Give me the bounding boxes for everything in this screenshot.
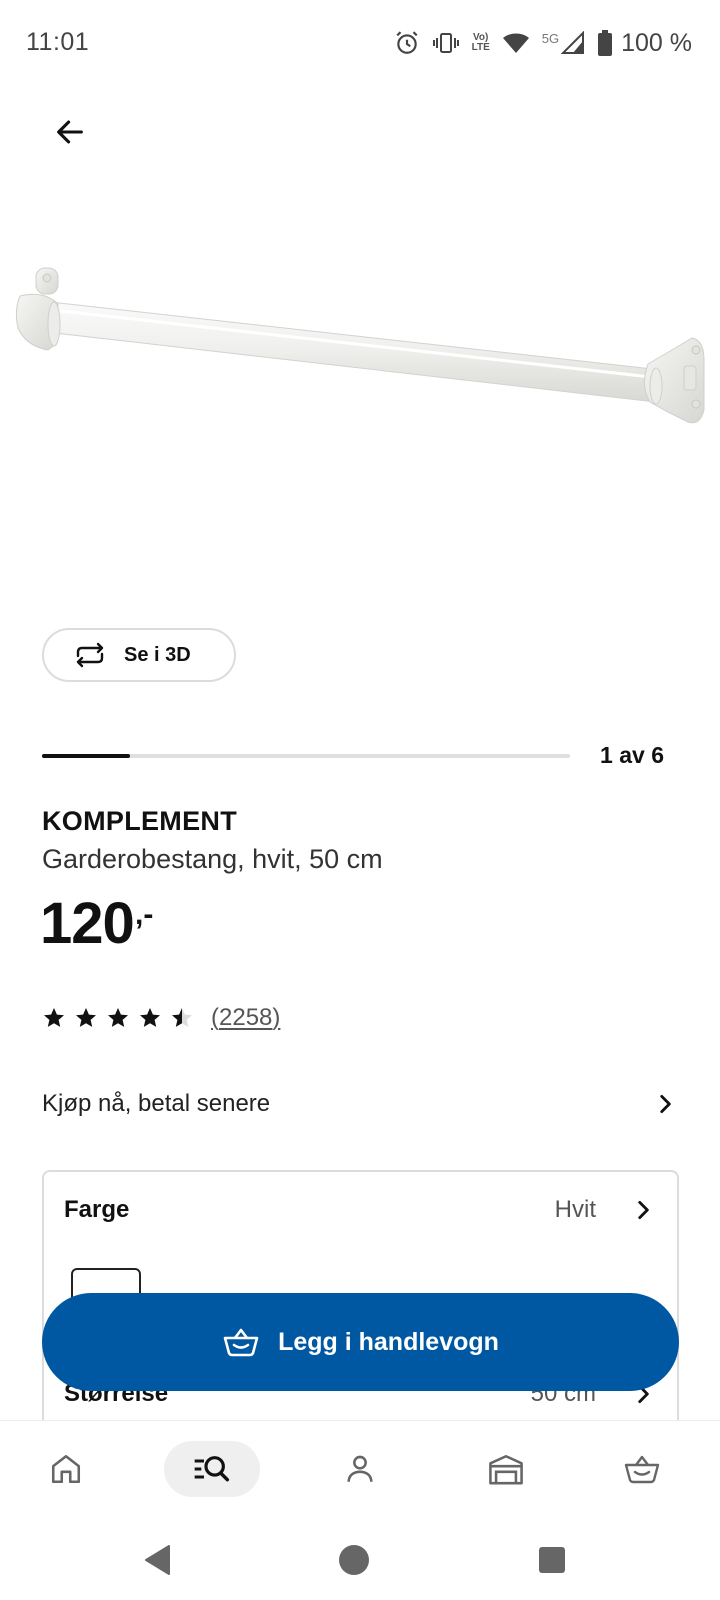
image-carousel-progress xyxy=(42,754,570,758)
clothes-rail-illustration xyxy=(15,267,705,424)
battery-level: 100 % xyxy=(621,28,692,57)
star-icon xyxy=(140,1008,160,1027)
view-3d-label: Se i 3D xyxy=(124,643,191,666)
system-navigation xyxy=(0,1520,720,1600)
rotate-3d-icon xyxy=(76,642,104,668)
color-option-row[interactable]: Farge Hvit xyxy=(64,1196,656,1224)
add-to-cart-button[interactable]: Legg i handlevogn xyxy=(42,1293,679,1391)
home-icon xyxy=(51,1454,81,1484)
rating-stars xyxy=(42,1006,194,1030)
signal-icon xyxy=(561,31,585,54)
system-recents-button[interactable] xyxy=(532,1540,572,1580)
arrow-left-icon xyxy=(57,120,83,144)
nav-profile[interactable] xyxy=(312,1441,408,1497)
system-back-button[interactable] xyxy=(138,1540,178,1580)
store-icon xyxy=(489,1454,523,1485)
chevron-right-icon xyxy=(638,1201,649,1219)
star-icon xyxy=(44,1008,64,1027)
volte-icon: Vo) LTE xyxy=(471,32,490,53)
review-count: 2258 xyxy=(219,1004,273,1031)
star-icon xyxy=(172,1008,192,1027)
alarm-icon xyxy=(396,31,418,54)
review-count-link[interactable]: (2258) xyxy=(211,1004,280,1032)
nav-home[interactable] xyxy=(18,1441,114,1497)
status-bar: 11:01 Vo) LTE 5G 100 % xyxy=(0,0,720,88)
square-recents-icon xyxy=(539,1547,565,1573)
product-price: 120 xyxy=(40,891,135,956)
image-index: 1 av 6 xyxy=(600,742,664,768)
product-brand: KOMPLEMENT xyxy=(42,806,237,836)
buy-now-pay-later-row[interactable]: Kjøp nå, betal senere xyxy=(42,1082,678,1126)
status-time: 11:01 xyxy=(26,28,90,56)
view-3d-button[interactable]: Se i 3D xyxy=(42,628,236,682)
star-icon xyxy=(108,1008,128,1027)
nav-cart[interactable] xyxy=(594,1441,690,1497)
rating[interactable]: (2258) xyxy=(42,1004,280,1032)
status-icons: Vo) LTE 5G 100 % xyxy=(394,26,692,60)
product-description: Garderobestang, hvit, 50 cm xyxy=(42,844,383,874)
color-value: Hvit xyxy=(554,1196,596,1223)
back-button[interactable] xyxy=(46,108,94,156)
shopping-basket-icon xyxy=(223,1328,259,1357)
add-to-cart-label: Legg i handlevogn xyxy=(278,1327,499,1356)
system-home-button[interactable] xyxy=(334,1540,374,1580)
bottom-navigation xyxy=(0,1420,720,1520)
star-icon xyxy=(76,1008,96,1027)
profile-icon xyxy=(347,1455,373,1482)
circle-home-icon xyxy=(339,1545,369,1575)
price-suffix: ,- xyxy=(135,898,154,931)
nav-search[interactable] xyxy=(164,1441,260,1497)
vibrate-icon xyxy=(432,33,459,53)
image-carousel-progress-fill xyxy=(42,754,131,758)
bnpl-label: Kjøp nå, betal senere xyxy=(42,1090,271,1117)
search-icon xyxy=(194,1456,230,1482)
shopping-basket-icon xyxy=(624,1455,660,1484)
triangle-back-icon xyxy=(145,1545,170,1575)
network-type: 5G xyxy=(541,30,560,46)
battery-icon xyxy=(598,30,613,56)
wifi-icon xyxy=(502,33,529,53)
chevron-right-icon xyxy=(660,1095,671,1113)
product-image[interactable] xyxy=(0,240,720,460)
color-label: Farge xyxy=(64,1196,130,1223)
nav-stores[interactable] xyxy=(458,1441,554,1497)
